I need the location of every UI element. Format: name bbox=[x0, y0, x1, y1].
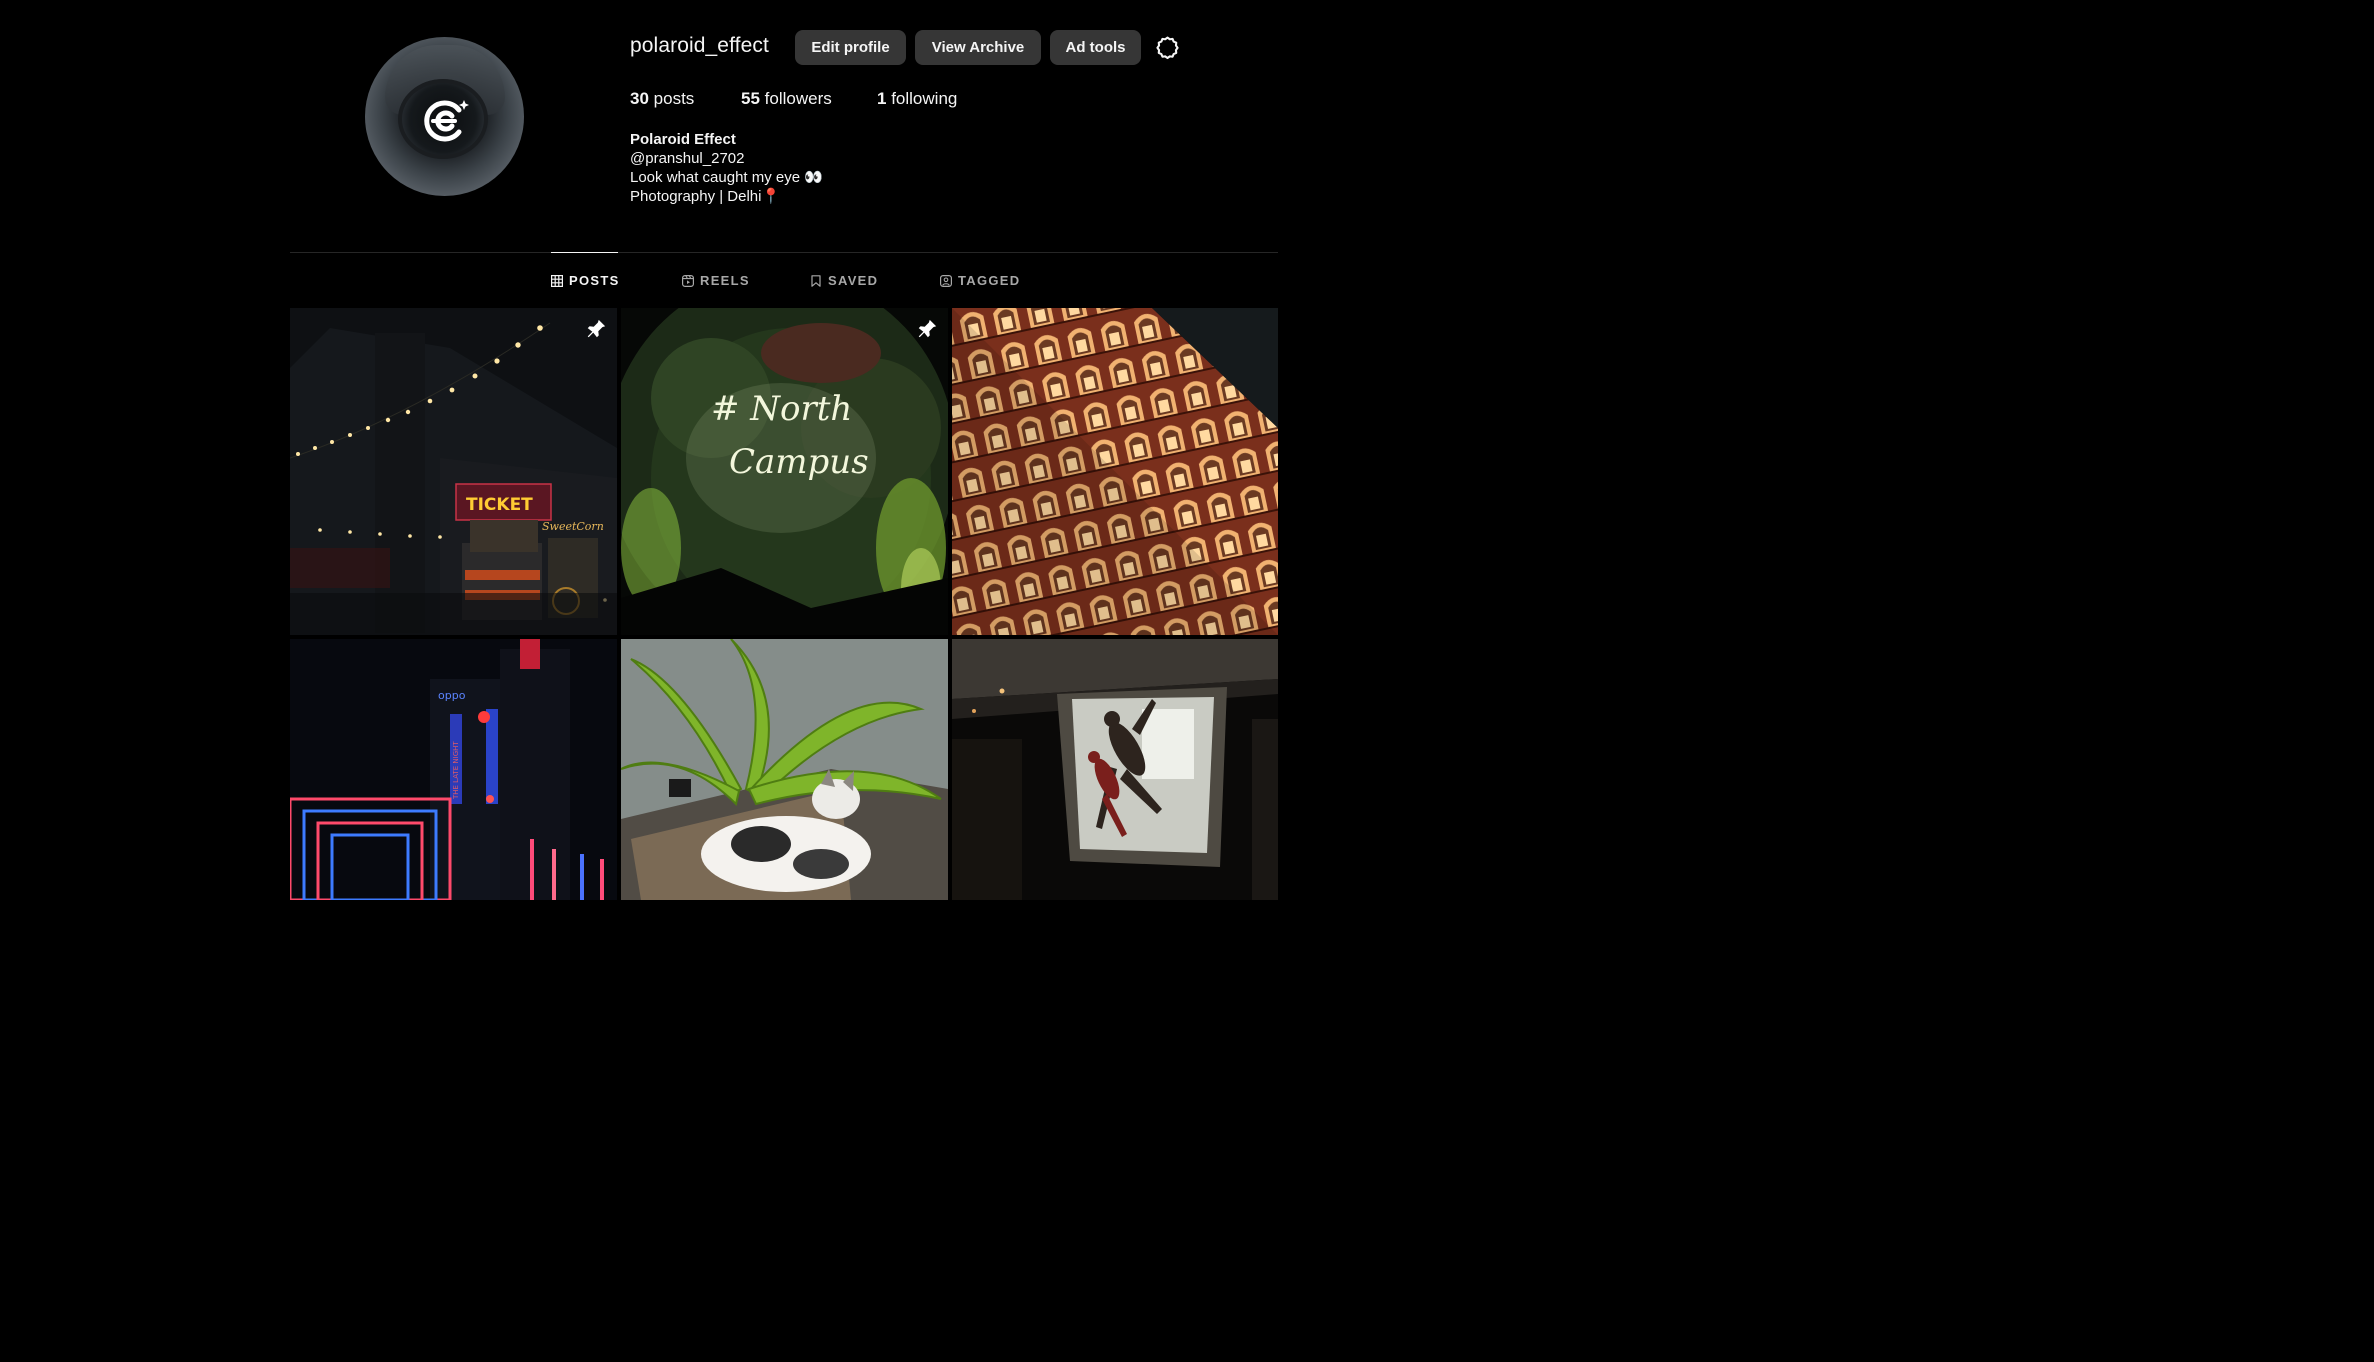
bio-line-2: Photography | Delhi📍 bbox=[630, 188, 781, 205]
tab-reels[interactable]: REELS bbox=[682, 273, 750, 288]
edit-profile-button[interactable]: Edit profile bbox=[795, 30, 906, 65]
post-image bbox=[952, 639, 1278, 900]
profile-avatar[interactable] bbox=[365, 37, 524, 196]
bookmark-icon bbox=[811, 274, 821, 287]
neon-oppo-text: oppo bbox=[438, 689, 466, 702]
bio-line-1: Look what caught my eye 👀 bbox=[630, 169, 823, 186]
post-tile[interactable] bbox=[621, 639, 948, 900]
posts-label: posts bbox=[653, 89, 695, 108]
pinned-icon bbox=[587, 319, 606, 338]
profile-bio: Polaroid Effect @pranshul_2702 Look what… bbox=[630, 130, 823, 206]
reels-icon bbox=[682, 274, 694, 287]
post-image: # North Campus bbox=[621, 308, 948, 635]
tabs-divider bbox=[290, 252, 1278, 253]
tagged-person-icon bbox=[940, 274, 952, 287]
tab-reels-label: REELS bbox=[700, 273, 750, 288]
posts-count-stat: 30 posts bbox=[630, 89, 694, 109]
post-tile[interactable]: TICKET SweetCorn bbox=[290, 308, 617, 635]
neon-late-night-text: THE LATE NIGHT bbox=[452, 741, 460, 800]
post-tile[interactable] bbox=[952, 308, 1278, 635]
post-image: TICKET SweetCorn bbox=[290, 308, 617, 635]
followers-count: 55 bbox=[741, 89, 760, 108]
tab-saved[interactable]: SAVED bbox=[810, 273, 878, 288]
post-image bbox=[952, 308, 1278, 635]
bio-display-name: Polaroid Effect bbox=[630, 131, 736, 148]
neon-sweet-text: SweetCorn bbox=[542, 520, 604, 533]
active-tab-indicator bbox=[551, 252, 618, 253]
profile-username: polaroid_effect bbox=[630, 34, 769, 57]
posts-count: 30 bbox=[630, 89, 649, 108]
bio-handle[interactable]: @pranshul_2702 bbox=[630, 149, 823, 168]
neon-ticket-text: TICKET bbox=[466, 495, 533, 515]
neon-north-text: # North bbox=[711, 389, 852, 429]
post-image: oppo THE LATE NIGHT bbox=[290, 639, 617, 900]
following-label: following bbox=[891, 89, 958, 108]
followers-stat-link[interactable]: 55 followers bbox=[741, 89, 832, 109]
post-tile[interactable] bbox=[952, 639, 1278, 900]
tab-tagged-label: TAGGED bbox=[958, 273, 1021, 288]
tab-saved-label: SAVED bbox=[828, 273, 879, 288]
settings-gear-icon[interactable] bbox=[1155, 35, 1180, 60]
ad-tools-button[interactable]: Ad tools bbox=[1050, 30, 1141, 65]
grid-icon bbox=[551, 274, 563, 287]
avatar-logo-icon bbox=[424, 100, 469, 142]
view-archive-button[interactable]: View Archive bbox=[915, 30, 1041, 65]
tab-tagged[interactable]: TAGGED bbox=[940, 273, 1020, 288]
tab-posts[interactable]: POSTS bbox=[551, 273, 620, 288]
tab-posts-label: POSTS bbox=[569, 273, 620, 288]
following-count: 1 bbox=[877, 89, 887, 108]
neon-campus-text: Campus bbox=[729, 442, 869, 482]
following-stat-link[interactable]: 1 following bbox=[877, 89, 957, 109]
followers-label: followers bbox=[764, 89, 832, 108]
post-tile[interactable]: oppo THE LATE NIGHT bbox=[290, 639, 617, 900]
pinned-icon bbox=[918, 319, 937, 338]
post-tile[interactable]: # North Campus bbox=[621, 308, 948, 635]
post-image bbox=[621, 639, 948, 900]
